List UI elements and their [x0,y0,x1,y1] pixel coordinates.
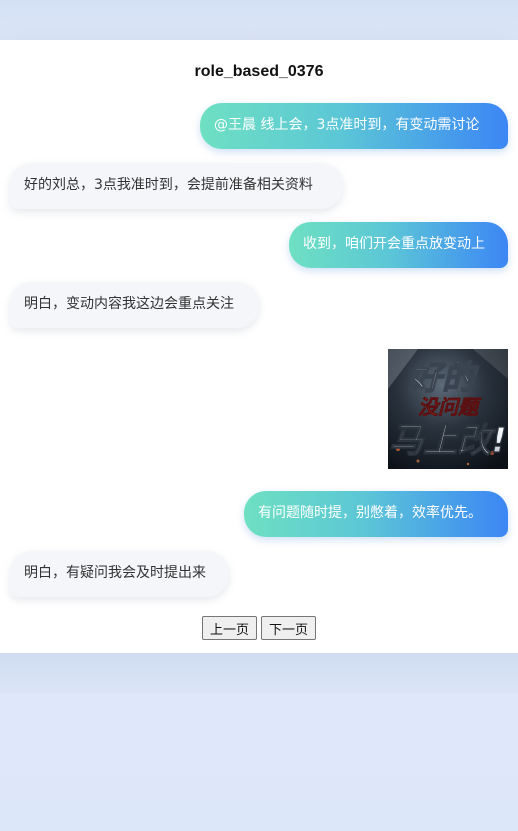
message-received: 明白，有疑问我会及时提出来 [10,551,229,597]
next-page-button[interactable]: 下一页 [261,616,317,640]
message-received: 好的刘总，3点我准时到，会提前准备相关资料 [10,163,343,209]
message-sent: @王晨 线上会，3点准时到，有变动需讨论 [200,103,508,149]
pagination: 上一页 下一页 [0,616,518,640]
sticker-line-1: 好的 [408,358,479,397]
sticker-line-2: 没问题 [418,395,482,419]
sticker-image: 好的 没问题 马上改! [388,349,508,469]
message-sent: 有问题随时提，别憋着，效率优先。 [244,491,508,537]
page-title: role_based_0376 [194,63,324,80]
page-top-band [0,0,518,40]
prev-page-button[interactable]: 上一页 [201,616,257,640]
card-bottom-band [0,653,518,693]
message-received: 明白，变动内容我这边会重点关注 [10,282,259,328]
sticker-line-3: 马上改! [389,421,507,461]
message-sent: 收到，咱们开会重点放变动上 [289,222,508,268]
